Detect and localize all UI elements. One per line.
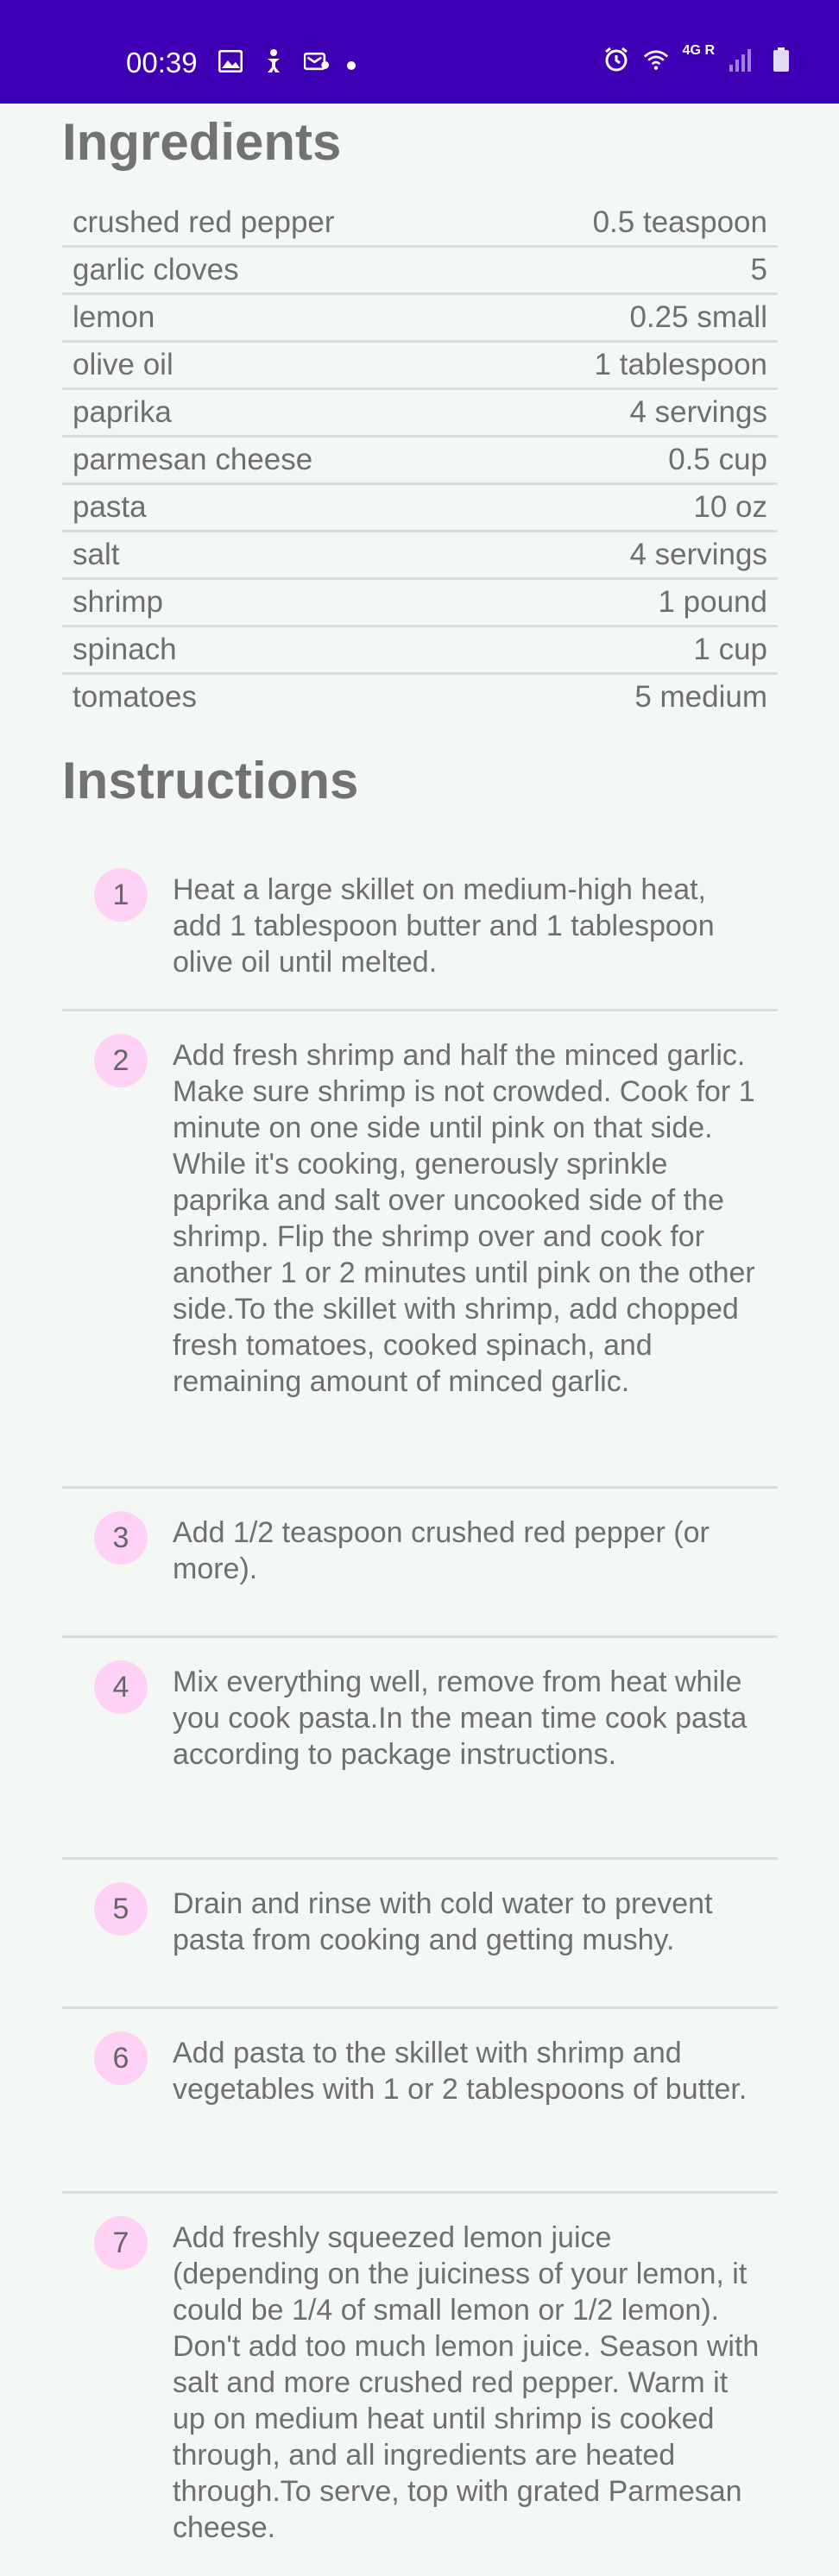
instruction-step: 5 Drain and rinse with cold water to prev… bbox=[62, 1860, 778, 2009]
ingredient-name: garlic cloves bbox=[73, 253, 239, 287]
ingredient-name: shrimp bbox=[73, 585, 164, 619]
step-text: Add 1/2 teaspoon crushed red pepper (or … bbox=[173, 1516, 710, 1585]
step-text: Add pasta to the skillet with shrimp and… bbox=[173, 2037, 748, 2106]
instructions-list: 1 Heat a large skillet on medium-high hea… bbox=[62, 846, 778, 2546]
alarm-icon bbox=[603, 47, 629, 72]
instruction-step: 4 Mix everything well, remove from heat w… bbox=[62, 1638, 778, 1860]
step-number-badge: 6 bbox=[94, 2031, 148, 2085]
ingredient-name: crushed red pepper bbox=[73, 205, 335, 239]
ingredient-amount: 1 cup bbox=[693, 633, 767, 666]
ingredient-amount: 0.25 small bbox=[629, 300, 767, 334]
step-number-badge: 2 bbox=[94, 1034, 148, 1087]
instruction-step: 2 Add fresh shrimp and half the minced ga… bbox=[62, 1011, 778, 1489]
ingredient-name: lemon bbox=[73, 300, 155, 334]
ingredient-row: crushed red pepper 0.5 teaspoon bbox=[62, 200, 778, 248]
status-right-icons: 4G R bbox=[603, 43, 794, 72]
instruction-step: 3 Add 1/2 teaspoon crushed red pepper (or… bbox=[62, 1489, 778, 1638]
status-bar: 00:39 4G R bbox=[0, 0, 839, 104]
ingredient-row: olive oil 1 tablespoon bbox=[62, 343, 778, 390]
ingredient-row: lemon 0.25 small bbox=[62, 295, 778, 343]
ingredient-amount: 4 servings bbox=[629, 395, 767, 429]
ingredient-row: paprika 4 servings bbox=[62, 390, 778, 438]
step-text: Mix everything well, remove from heat wh… bbox=[173, 1666, 748, 1771]
ingredient-row: parmesan cheese 0.5 cup bbox=[62, 438, 778, 485]
vpn-icon bbox=[304, 48, 330, 74]
ingredient-amount: 10 oz bbox=[693, 490, 767, 524]
wifi-icon bbox=[643, 47, 669, 72]
step-text: Drain and rinse with cold water to preve… bbox=[173, 1887, 713, 1956]
image-icon bbox=[218, 48, 243, 74]
ingredient-amount: 1 pound bbox=[658, 585, 767, 619]
ingredient-amount: 0.5 teaspoon bbox=[592, 205, 767, 239]
instruction-step: 7 Add freshly squeezed lemon juice (depen… bbox=[62, 2194, 778, 2546]
step-number-badge: 1 bbox=[94, 868, 148, 922]
step-text: Add freshly squeezed lemon juice (depend… bbox=[173, 2221, 760, 2544]
ingredients-list: crushed red pepper 0.5 teaspoon garlic clo… bbox=[62, 200, 778, 720]
ingredient-amount: 5 medium bbox=[634, 680, 767, 714]
ingredient-amount: 0.5 cup bbox=[668, 443, 767, 476]
step-text: Add fresh shrimp and half the minced gar… bbox=[173, 1039, 755, 1398]
accessibility-icon bbox=[261, 48, 287, 74]
ingredient-amount: 5 bbox=[750, 253, 767, 287]
instruction-step: 6 Add pasta to the skillet with shrimp an… bbox=[62, 2009, 778, 2194]
step-text: Heat a large skillet on medium-high heat… bbox=[173, 873, 715, 979]
network-label: 4G R bbox=[682, 43, 715, 58]
ingredient-name: olive oil bbox=[73, 348, 173, 381]
ingredient-row: salt 4 servings bbox=[62, 532, 778, 580]
ingredient-name: paprika bbox=[73, 395, 172, 429]
signal-icon bbox=[729, 47, 754, 72]
dot-icon bbox=[347, 61, 356, 70]
ingredient-name: parmesan cheese bbox=[73, 443, 313, 476]
status-time: 00:39 bbox=[126, 47, 198, 79]
ingredient-row: garlic cloves 5 bbox=[62, 248, 778, 295]
ingredient-row: pasta 10 oz bbox=[62, 485, 778, 532]
instruction-step: 1 Heat a large skillet on medium-high hea… bbox=[62, 846, 778, 1011]
step-number-badge: 3 bbox=[94, 1511, 148, 1565]
ingredient-amount: 4 servings bbox=[629, 538, 767, 571]
battery-icon bbox=[768, 47, 794, 72]
ingredient-row: tomatoes 5 medium bbox=[62, 675, 778, 720]
instructions-title: Instructions bbox=[62, 752, 359, 809]
step-number-badge: 5 bbox=[94, 1882, 148, 1936]
ingredients-title: Ingredients bbox=[62, 113, 342, 171]
ingredient-name: salt bbox=[73, 538, 120, 571]
ingredient-name: spinach bbox=[73, 633, 177, 666]
status-left-icons bbox=[218, 48, 356, 74]
ingredient-name: tomatoes bbox=[73, 680, 197, 714]
ingredient-row: shrimp 1 pound bbox=[62, 580, 778, 627]
ingredient-row: spinach 1 cup bbox=[62, 627, 778, 675]
step-number-badge: 7 bbox=[94, 2216, 148, 2270]
ingredient-amount: 1 tablespoon bbox=[594, 348, 767, 381]
step-number-badge: 4 bbox=[94, 1660, 148, 1714]
ingredient-name: pasta bbox=[73, 490, 147, 524]
